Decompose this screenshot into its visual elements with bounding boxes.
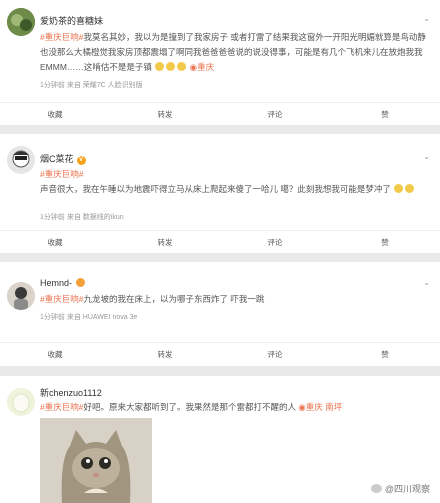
favorite-button[interactable]: 收藏 [0, 237, 110, 248]
verified-icon: V [76, 156, 86, 165]
post-content: #重庆巨响#好吧。原来大家都听到了。我果然是那个雷都打不醒的人 ◉重庆 南坪 [40, 400, 432, 415]
username[interactable]: 新chenzuo1112 [40, 386, 102, 399]
favorite-button[interactable]: 收藏 [0, 349, 110, 360]
post-text: 好吧。原来大家都听到了。我果然是那个雷都打不醒的人 [83, 402, 296, 412]
emoji-icon [405, 184, 415, 193]
post-meta: 1分钟前 来自 荣耀7C 人脸识别版 [40, 82, 143, 89]
post-text: 九龙坡的我在床上，以为哪子东西炸了 吓我一跳 [83, 294, 265, 304]
chevron-down-icon[interactable]: ⌄ [423, 278, 430, 287]
post-text: 我莫名其妙，我以为是撞到了我家房子 或者打雷了结果我这窗外一开阳光明媚就算是鸟动… [40, 32, 426, 72]
username[interactable]: 爱奶茶的喜糖妹 [40, 14, 103, 27]
comment-button[interactable]: 评论 [220, 237, 330, 248]
action-bar: 收藏 转发 评论 赞 [0, 342, 440, 365]
hashtag[interactable]: #重庆巨响# [40, 32, 83, 42]
like-button[interactable]: 赞 [330, 237, 440, 248]
action-bar: 收藏 转发 评论 赞 [0, 230, 440, 253]
emoji-icon [177, 62, 187, 71]
repost-button[interactable]: 转发 [110, 237, 220, 248]
emoji-icon [155, 62, 165, 71]
comment-button[interactable]: 评论 [220, 109, 330, 120]
favorite-button[interactable]: 收藏 [0, 109, 110, 120]
comment-button[interactable]: 评论 [220, 349, 330, 360]
weibo-logo-icon [370, 484, 382, 493]
emoji-icon [394, 184, 404, 193]
hashtag[interactable]: #重庆巨响# [40, 168, 83, 180]
post-4: 新chenzuo1112 #重庆巨响#好吧。原来大家都听到了。我果然是那个雷都打… [0, 376, 440, 503]
post-content: 声音很大，我在午睡以为地震吓得立马从床上爬起来傻了一哈儿 噶？此刻我想我可能是梦… [40, 182, 432, 197]
like-button[interactable]: 赞 [330, 349, 440, 360]
hashtag[interactable]: #重庆巨响# [40, 294, 83, 304]
post-2: 烟C菜花 V ⌄ #重庆巨响# 声音很大，我在午睡以为地震吓得立马从床上爬起来傻了… [0, 134, 440, 253]
avatar[interactable] [7, 146, 35, 174]
post-content: #重庆巨响#我莫名其妙，我以为是撞到了我家房子 或者打雷了结果我这窗外一开阳光明… [40, 30, 432, 75]
post-1: 爱奶茶的喜糖妹 ⌄ #重庆巨响#我莫名其妙，我以为是撞到了我家房子 或者打雷了结… [0, 0, 440, 125]
location-pin-icon: ◉ [189, 62, 198, 72]
avatar[interactable] [7, 8, 35, 36]
post-meta: 1分钟前 来自 HUAWEI nova 3e [40, 314, 138, 321]
repost-button[interactable]: 转发 [110, 349, 220, 360]
action-bar: 收藏 转发 评论 赞 [0, 102, 440, 125]
post-image[interactable] [40, 418, 152, 503]
hashtag[interactable]: #重庆巨响# [40, 402, 83, 412]
avatar[interactable] [7, 282, 35, 310]
emoji-icon [75, 278, 85, 287]
repost-button[interactable]: 转发 [110, 109, 220, 120]
emoji-icon [166, 62, 176, 71]
chevron-down-icon[interactable]: ⌄ [423, 14, 430, 23]
location-tag[interactable]: 重庆 南坪 [306, 402, 342, 412]
location-pin-icon: ◉ [298, 402, 306, 412]
post-meta: 1分钟前 来自 数据线的ikun [40, 214, 124, 221]
post-3: Hemnd- ⌄ #重庆巨响#九龙坡的我在床上，以为哪子东西炸了 吓我一跳 1分… [0, 262, 440, 366]
username[interactable]: 烟C菜花 V [40, 152, 86, 165]
like-button[interactable]: 赞 [330, 109, 440, 120]
username[interactable]: Hemnd- [40, 278, 86, 288]
chevron-down-icon[interactable]: ⌄ [423, 152, 430, 161]
avatar[interactable] [7, 388, 35, 416]
post-text: 声音很大，我在午睡以为地震吓得立马从床上爬起来傻了一哈儿 噶？此刻我想我可能是梦… [40, 184, 391, 194]
post-content: #重庆巨响#九龙坡的我在床上，以为哪子东西炸了 吓我一跳 [40, 292, 432, 307]
location-tag[interactable]: 重庆 [197, 62, 214, 72]
watermark: @四川观察 [370, 482, 430, 495]
